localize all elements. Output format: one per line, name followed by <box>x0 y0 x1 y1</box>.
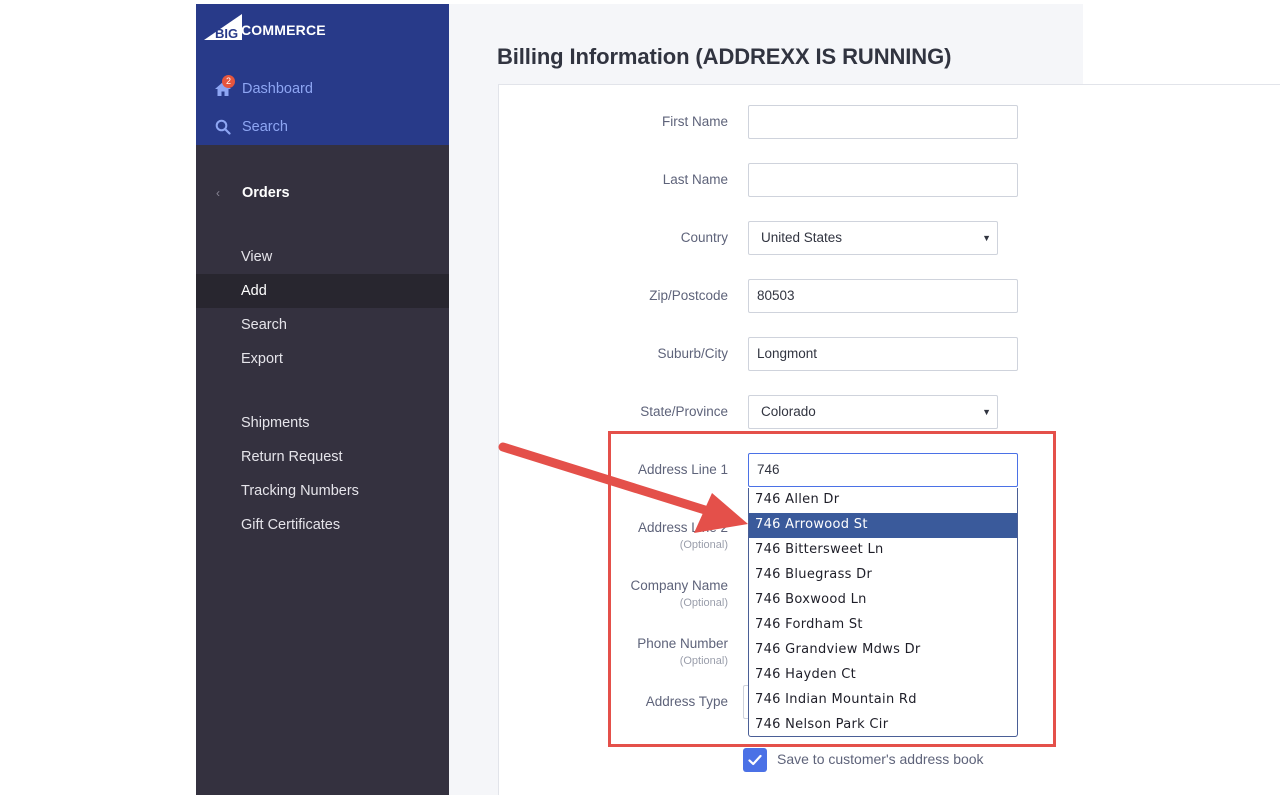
annotation-highlight-box <box>608 431 1056 747</box>
sidebar-item-shipments[interactable]: Shipments <box>196 406 449 440</box>
zip-label: Zip/Postcode <box>649 288 728 303</box>
first-name-label: First Name <box>661 114 728 129</box>
zip-input[interactable]: 80503 <box>748 279 1018 313</box>
caret-down-icon: ▼ <box>982 407 991 417</box>
sidebar-item-tracking-numbers[interactable]: Tracking Numbers <box>196 474 449 508</box>
sidebar-item-dashboard[interactable]: 2 Dashboard <box>214 75 313 98</box>
sidebar-item-label: Search <box>242 119 288 135</box>
notification-badge: 2 <box>222 75 235 88</box>
sidebar: BIG COMMERCE 2 Dashboard Search ‹ Orders… <box>196 4 449 795</box>
city-label: Suburb/City <box>657 346 728 361</box>
last-name-input[interactable] <box>748 163 1018 197</box>
save-address-checkbox[interactable] <box>743 748 767 772</box>
last-name-label: Last Name <box>662 172 728 187</box>
sidebar-header: BIG COMMERCE 2 Dashboard Search <box>196 4 449 145</box>
page-title: Billing Information (ADDREXX IS RUNNING) <box>497 44 952 69</box>
bigcommerce-logo[interactable]: BIG COMMERCE <box>204 14 326 40</box>
sidebar-item-export[interactable]: Export <box>196 342 449 376</box>
country-label: Country <box>680 230 728 245</box>
state-select[interactable]: Colorado ▼ <box>748 395 998 429</box>
sidebar-item-label: Dashboard <box>242 81 313 97</box>
country-value: United States <box>761 230 843 245</box>
sidebar-item-search-orders[interactable]: Search <box>196 308 449 342</box>
sidebar-item-return-request[interactable]: Return Request <box>196 440 449 474</box>
country-select[interactable]: United States ▼ <box>748 221 998 255</box>
section-title: Orders <box>242 185 290 201</box>
sidebar-item-search[interactable]: Search <box>214 118 288 136</box>
home-icon: 2 <box>214 75 235 98</box>
sidebar-item-view[interactable]: View <box>196 240 449 274</box>
search-icon <box>214 118 232 136</box>
first-name-input[interactable] <box>748 105 1018 139</box>
state-label: State/Province <box>640 404 728 419</box>
svg-text:BIG: BIG <box>215 26 238 40</box>
sidebar-item-add[interactable]: Add <box>196 274 449 308</box>
city-input[interactable]: Longmont <box>748 337 1018 371</box>
caret-down-icon: ▼ <box>982 233 991 243</box>
state-value: Colorado <box>761 404 816 419</box>
sidebar-item-gift-certificates[interactable]: Gift Certificates <box>196 508 449 542</box>
save-address-label: Save to customer's address book <box>777 751 984 767</box>
logo-mark-icon: BIG <box>204 14 242 40</box>
checkmark-icon <box>748 754 762 766</box>
chevron-left-icon[interactable]: ‹ <box>216 186 220 200</box>
logo-text: COMMERCE <box>241 22 326 38</box>
orders-section-header[interactable]: ‹ Orders <box>196 182 449 204</box>
